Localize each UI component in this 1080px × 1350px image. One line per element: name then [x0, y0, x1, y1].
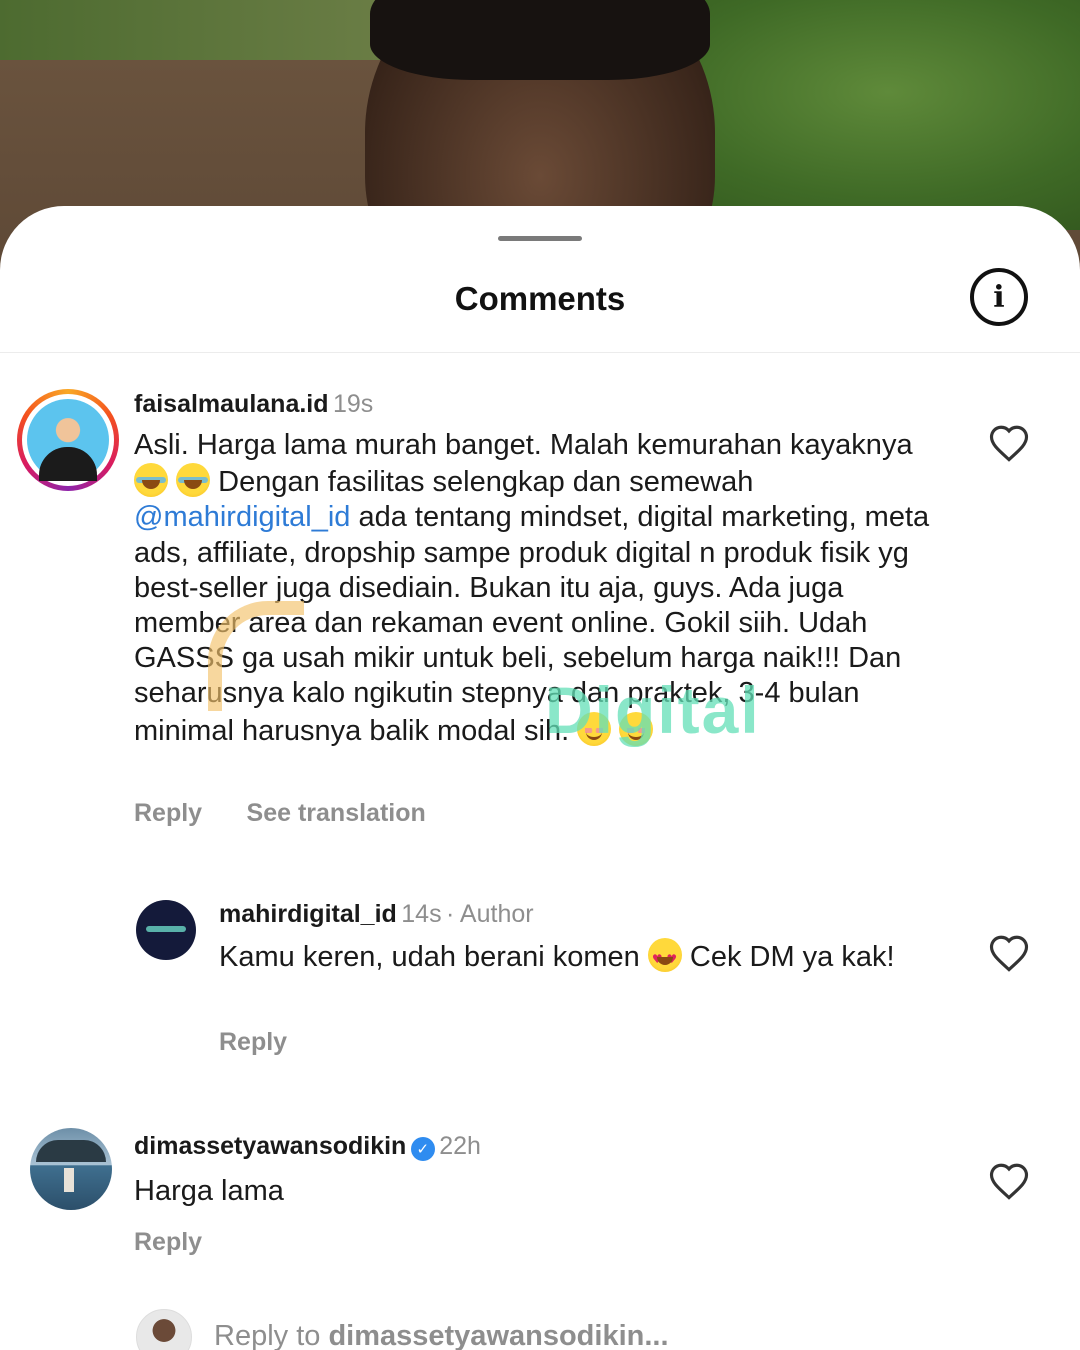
- reply-input-prefix: Reply to: [214, 1320, 329, 1350]
- comment-header: dimassetyawansodikin ✓ 22h: [134, 1132, 954, 1161]
- comment-time: 22h: [439, 1132, 481, 1160]
- reply-button[interactable]: Reply: [219, 1028, 287, 1056]
- comment-text: Harga lama: [134, 1175, 284, 1207]
- like-heart-icon[interactable]: [988, 933, 1030, 973]
- reply-input[interactable]: Reply to dimassetyawansodikin...: [214, 1320, 669, 1350]
- see-translation-button[interactable]: See translation: [247, 799, 426, 827]
- heart-eyes-emoji-icon: [647, 938, 682, 977]
- verified-badge-icon: ✓: [410, 1137, 435, 1161]
- background-person-hair: [370, 0, 710, 80]
- reply-text: Kamu keren, udah berani komen Cek DM ya …: [219, 938, 919, 977]
- avatar-dimassetyawansodikin[interactable]: [30, 1128, 112, 1210]
- comment-time: 19s: [332, 390, 374, 418]
- comment-username[interactable]: dimassetyawansodikin: [134, 1132, 406, 1160]
- comment-username[interactable]: faisalmaulana.id: [134, 390, 329, 418]
- sheet-grabber[interactable]: [498, 236, 582, 241]
- comment-text-part: Dengan fasilitas selengkap dan semewah: [210, 466, 754, 499]
- watermark-text: Digital: [545, 673, 761, 747]
- reply-button[interactable]: Reply: [134, 799, 202, 827]
- like-heart-icon[interactable]: [988, 1161, 1030, 1201]
- tears-of-joy-emoji-icon: [134, 463, 168, 498]
- reply-username[interactable]: mahirdigital_id: [219, 900, 397, 928]
- reply-actions: Reply: [219, 1028, 287, 1057]
- reply-input-target: dimassetyawansodikin...: [328, 1320, 669, 1350]
- comment-header: faisalmaulana.id 19s: [134, 390, 954, 419]
- reply-button[interactable]: Reply: [134, 1228, 202, 1256]
- avatar-mahirdigital[interactable]: [136, 900, 196, 960]
- avatar-faisalmaulana[interactable]: [17, 389, 119, 491]
- author-tag: · Author: [446, 900, 534, 928]
- background-foliage: [0, 0, 380, 60]
- comment-actions: Reply See translation: [134, 799, 426, 828]
- reply-header: mahirdigital_id 14s · Author: [219, 900, 919, 929]
- reply-time: 14s: [401, 900, 442, 928]
- like-heart-icon[interactable]: [988, 423, 1030, 463]
- comment-text-part: Asli. Harga lama murah banget. Malah kem…: [134, 429, 913, 461]
- info-icon[interactable]: i: [970, 268, 1028, 326]
- mention-link[interactable]: @mahirdigital_id: [134, 501, 350, 533]
- comments-sheet: Comments i faisalmaulana.id 19s Asli. Ha…: [0, 206, 1080, 1350]
- comment-actions: Reply: [134, 1228, 202, 1257]
- header-divider: [0, 352, 1080, 353]
- reply-text-part: Kamu keren, udah berani komen: [219, 941, 648, 973]
- reply-text-part: Cek DM ya kak!: [681, 941, 895, 973]
- current-user-avatar: [136, 1309, 192, 1350]
- tears-of-joy-emoji-icon: [176, 463, 211, 498]
- sheet-title: Comments: [454, 280, 626, 317]
